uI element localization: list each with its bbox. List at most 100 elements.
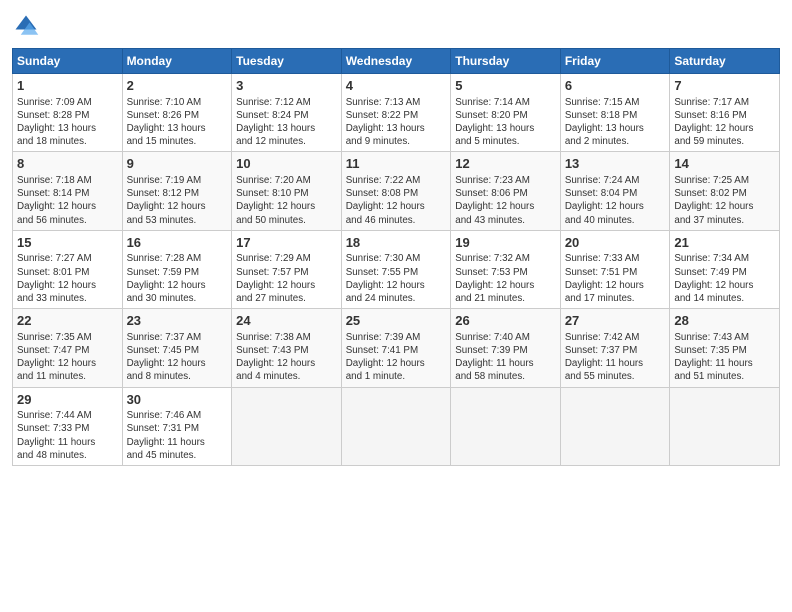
cell-info: Sunrise: 7:23 AM Sunset: 8:06 PM Dayligh… bbox=[455, 174, 556, 227]
day-number: 5 bbox=[455, 77, 556, 95]
cell-info: Sunrise: 7:33 AM Sunset: 7:51 PM Dayligh… bbox=[565, 252, 666, 305]
cell-info: Sunrise: 7:14 AM Sunset: 8:20 PM Dayligh… bbox=[455, 96, 556, 149]
cell-info: Sunrise: 7:43 AM Sunset: 7:35 PM Dayligh… bbox=[674, 331, 775, 384]
calendar-cell: 30Sunrise: 7:46 AM Sunset: 7:31 PM Dayli… bbox=[122, 387, 232, 465]
calendar-cell: 2Sunrise: 7:10 AM Sunset: 8:26 PM Daylig… bbox=[122, 74, 232, 152]
cell-info: Sunrise: 7:34 AM Sunset: 7:49 PM Dayligh… bbox=[674, 252, 775, 305]
calendar-cell: 5Sunrise: 7:14 AM Sunset: 8:20 PM Daylig… bbox=[451, 74, 561, 152]
calendar-cell: 15Sunrise: 7:27 AM Sunset: 8:01 PM Dayli… bbox=[13, 230, 123, 308]
calendar-cell: 18Sunrise: 7:30 AM Sunset: 7:55 PM Dayli… bbox=[341, 230, 451, 308]
day-number: 16 bbox=[127, 234, 228, 252]
calendar-cell: 17Sunrise: 7:29 AM Sunset: 7:57 PM Dayli… bbox=[232, 230, 342, 308]
cell-info: Sunrise: 7:37 AM Sunset: 7:45 PM Dayligh… bbox=[127, 331, 228, 384]
calendar-cell: 24Sunrise: 7:38 AM Sunset: 7:43 PM Dayli… bbox=[232, 309, 342, 387]
logo bbox=[12, 12, 44, 40]
calendar-cell: 20Sunrise: 7:33 AM Sunset: 7:51 PM Dayli… bbox=[560, 230, 670, 308]
cell-info: Sunrise: 7:29 AM Sunset: 7:57 PM Dayligh… bbox=[236, 252, 337, 305]
cell-info: Sunrise: 7:40 AM Sunset: 7:39 PM Dayligh… bbox=[455, 331, 556, 384]
calendar-cell: 14Sunrise: 7:25 AM Sunset: 8:02 PM Dayli… bbox=[670, 152, 780, 230]
calendar-table: SundayMondayTuesdayWednesdayThursdayFrid… bbox=[12, 48, 780, 466]
day-number: 6 bbox=[565, 77, 666, 95]
day-number: 3 bbox=[236, 77, 337, 95]
day-number: 19 bbox=[455, 234, 556, 252]
calendar-cell bbox=[451, 387, 561, 465]
cell-info: Sunrise: 7:19 AM Sunset: 8:12 PM Dayligh… bbox=[127, 174, 228, 227]
calendar-cell: 1Sunrise: 7:09 AM Sunset: 8:28 PM Daylig… bbox=[13, 74, 123, 152]
calendar-cell: 13Sunrise: 7:24 AM Sunset: 8:04 PM Dayli… bbox=[560, 152, 670, 230]
week-row-2: 8Sunrise: 7:18 AM Sunset: 8:14 PM Daylig… bbox=[13, 152, 780, 230]
week-row-5: 29Sunrise: 7:44 AM Sunset: 7:33 PM Dayli… bbox=[13, 387, 780, 465]
calendar-cell: 4Sunrise: 7:13 AM Sunset: 8:22 PM Daylig… bbox=[341, 74, 451, 152]
day-number: 30 bbox=[127, 391, 228, 409]
day-number: 24 bbox=[236, 312, 337, 330]
calendar-cell: 8Sunrise: 7:18 AM Sunset: 8:14 PM Daylig… bbox=[13, 152, 123, 230]
day-number: 18 bbox=[346, 234, 447, 252]
calendar-cell: 19Sunrise: 7:32 AM Sunset: 7:53 PM Dayli… bbox=[451, 230, 561, 308]
day-number: 11 bbox=[346, 155, 447, 173]
calendar-cell: 21Sunrise: 7:34 AM Sunset: 7:49 PM Dayli… bbox=[670, 230, 780, 308]
col-header-wednesday: Wednesday bbox=[341, 49, 451, 74]
week-row-4: 22Sunrise: 7:35 AM Sunset: 7:47 PM Dayli… bbox=[13, 309, 780, 387]
day-number: 12 bbox=[455, 155, 556, 173]
day-number: 13 bbox=[565, 155, 666, 173]
calendar-cell: 27Sunrise: 7:42 AM Sunset: 7:37 PM Dayli… bbox=[560, 309, 670, 387]
cell-info: Sunrise: 7:20 AM Sunset: 8:10 PM Dayligh… bbox=[236, 174, 337, 227]
calendar-cell bbox=[232, 387, 342, 465]
calendar-cell: 6Sunrise: 7:15 AM Sunset: 8:18 PM Daylig… bbox=[560, 74, 670, 152]
calendar-cell bbox=[341, 387, 451, 465]
calendar-cell: 12Sunrise: 7:23 AM Sunset: 8:06 PM Dayli… bbox=[451, 152, 561, 230]
calendar-cell bbox=[560, 387, 670, 465]
logo-icon bbox=[12, 12, 40, 40]
cell-info: Sunrise: 7:27 AM Sunset: 8:01 PM Dayligh… bbox=[17, 252, 118, 305]
col-header-thursday: Thursday bbox=[451, 49, 561, 74]
cell-info: Sunrise: 7:35 AM Sunset: 7:47 PM Dayligh… bbox=[17, 331, 118, 384]
cell-info: Sunrise: 7:24 AM Sunset: 8:04 PM Dayligh… bbox=[565, 174, 666, 227]
col-header-monday: Monday bbox=[122, 49, 232, 74]
cell-info: Sunrise: 7:39 AM Sunset: 7:41 PM Dayligh… bbox=[346, 331, 447, 384]
cell-info: Sunrise: 7:09 AM Sunset: 8:28 PM Dayligh… bbox=[17, 96, 118, 149]
col-header-tuesday: Tuesday bbox=[232, 49, 342, 74]
calendar-cell: 3Sunrise: 7:12 AM Sunset: 8:24 PM Daylig… bbox=[232, 74, 342, 152]
day-number: 9 bbox=[127, 155, 228, 173]
calendar-cell: 11Sunrise: 7:22 AM Sunset: 8:08 PM Dayli… bbox=[341, 152, 451, 230]
cell-info: Sunrise: 7:13 AM Sunset: 8:22 PM Dayligh… bbox=[346, 96, 447, 149]
cell-info: Sunrise: 7:15 AM Sunset: 8:18 PM Dayligh… bbox=[565, 96, 666, 149]
day-number: 25 bbox=[346, 312, 447, 330]
col-header-friday: Friday bbox=[560, 49, 670, 74]
cell-info: Sunrise: 7:25 AM Sunset: 8:02 PM Dayligh… bbox=[674, 174, 775, 227]
day-number: 26 bbox=[455, 312, 556, 330]
day-number: 21 bbox=[674, 234, 775, 252]
calendar-cell: 26Sunrise: 7:40 AM Sunset: 7:39 PM Dayli… bbox=[451, 309, 561, 387]
calendar-cell: 16Sunrise: 7:28 AM Sunset: 7:59 PM Dayli… bbox=[122, 230, 232, 308]
week-row-1: 1Sunrise: 7:09 AM Sunset: 8:28 PM Daylig… bbox=[13, 74, 780, 152]
cell-info: Sunrise: 7:28 AM Sunset: 7:59 PM Dayligh… bbox=[127, 252, 228, 305]
cell-info: Sunrise: 7:22 AM Sunset: 8:08 PM Dayligh… bbox=[346, 174, 447, 227]
day-number: 20 bbox=[565, 234, 666, 252]
header-row: SundayMondayTuesdayWednesdayThursdayFrid… bbox=[13, 49, 780, 74]
cell-info: Sunrise: 7:46 AM Sunset: 7:31 PM Dayligh… bbox=[127, 409, 228, 462]
cell-info: Sunrise: 7:10 AM Sunset: 8:26 PM Dayligh… bbox=[127, 96, 228, 149]
day-number: 2 bbox=[127, 77, 228, 95]
calendar-cell: 10Sunrise: 7:20 AM Sunset: 8:10 PM Dayli… bbox=[232, 152, 342, 230]
cell-info: Sunrise: 7:17 AM Sunset: 8:16 PM Dayligh… bbox=[674, 96, 775, 149]
calendar-cell: 22Sunrise: 7:35 AM Sunset: 7:47 PM Dayli… bbox=[13, 309, 123, 387]
calendar-cell: 7Sunrise: 7:17 AM Sunset: 8:16 PM Daylig… bbox=[670, 74, 780, 152]
day-number: 28 bbox=[674, 312, 775, 330]
cell-info: Sunrise: 7:12 AM Sunset: 8:24 PM Dayligh… bbox=[236, 96, 337, 149]
cell-info: Sunrise: 7:38 AM Sunset: 7:43 PM Dayligh… bbox=[236, 331, 337, 384]
col-header-saturday: Saturday bbox=[670, 49, 780, 74]
day-number: 22 bbox=[17, 312, 118, 330]
calendar-cell: 28Sunrise: 7:43 AM Sunset: 7:35 PM Dayli… bbox=[670, 309, 780, 387]
week-row-3: 15Sunrise: 7:27 AM Sunset: 8:01 PM Dayli… bbox=[13, 230, 780, 308]
day-number: 14 bbox=[674, 155, 775, 173]
cell-info: Sunrise: 7:30 AM Sunset: 7:55 PM Dayligh… bbox=[346, 252, 447, 305]
calendar-cell: 9Sunrise: 7:19 AM Sunset: 8:12 PM Daylig… bbox=[122, 152, 232, 230]
day-number: 29 bbox=[17, 391, 118, 409]
day-number: 4 bbox=[346, 77, 447, 95]
calendar-cell: 25Sunrise: 7:39 AM Sunset: 7:41 PM Dayli… bbox=[341, 309, 451, 387]
day-number: 10 bbox=[236, 155, 337, 173]
day-number: 8 bbox=[17, 155, 118, 173]
day-number: 1 bbox=[17, 77, 118, 95]
day-number: 27 bbox=[565, 312, 666, 330]
cell-info: Sunrise: 7:32 AM Sunset: 7:53 PM Dayligh… bbox=[455, 252, 556, 305]
